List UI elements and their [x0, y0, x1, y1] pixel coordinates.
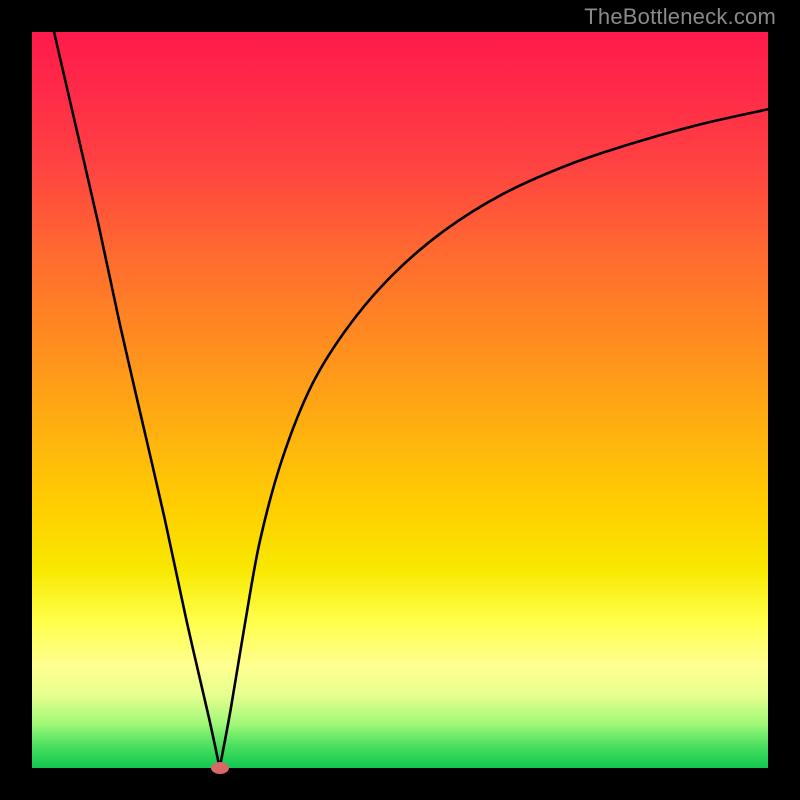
chart-frame: TheBottleneck.com: [0, 0, 800, 800]
bottleneck-curve: [32, 32, 768, 768]
optimum-marker: [211, 762, 229, 774]
watermark-text: TheBottleneck.com: [584, 4, 776, 30]
curve-path: [54, 32, 768, 768]
